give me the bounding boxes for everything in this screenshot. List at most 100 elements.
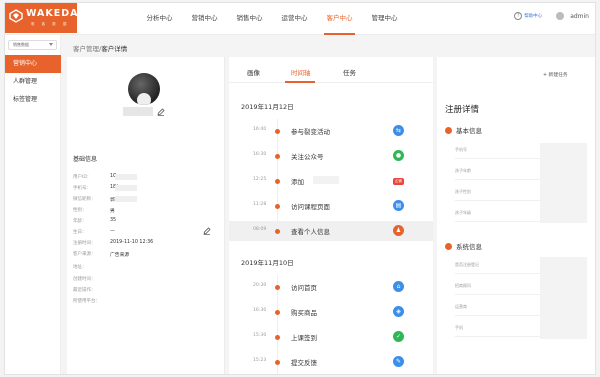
nav-item-analysis[interactable]: 分析中心 <box>137 3 182 35</box>
info-value: 35 <box>110 218 117 223</box>
info-row-last-action: 最近操作： <box>73 287 213 293</box>
customer-name-redacted <box>123 107 153 116</box>
redacted-block <box>313 176 339 184</box>
breadcrumb-current: 客户详情 <box>101 45 128 53</box>
event-title: 查看个人信息 <box>291 228 330 236</box>
info-label: 地址： <box>73 265 87 270</box>
info-section-icon <box>445 127 452 134</box>
chevron-down-icon <box>49 43 53 46</box>
cart-icon: ◈ <box>393 306 404 317</box>
nav-item-management[interactable]: 管理中心 <box>362 3 407 35</box>
event-time: 20:30 <box>253 283 267 288</box>
event-title: 访问课程页面 <box>291 203 330 211</box>
event-time: 15:30 <box>253 333 267 338</box>
detail-tabs: 画像 时间轴 任务 <box>229 57 433 83</box>
edit-icon[interactable] <box>203 227 211 235</box>
info-label: 年龄： <box>73 219 87 224</box>
redacted-block <box>115 196 137 202</box>
info-row-age: 年龄： 35 <box>73 218 213 224</box>
tab-portrait[interactable]: 画像 <box>247 67 260 77</box>
help-icon[interactable]: ? <box>514 12 523 20</box>
top-navbar: WAKEDATA 唯 客 数 据 分析中心 营销中心 销售中心 运营中心 客户中… <box>5 3 595 35</box>
info-row-created: 创建时间： <box>73 276 213 282</box>
info-label: 注册时间： <box>73 241 96 246</box>
basic-info-title: 基础信息 <box>73 156 98 163</box>
redacted-block <box>115 174 137 180</box>
breadcrumb: 客户管理/客户详情 <box>73 43 127 53</box>
info-label: 用户ID： <box>73 175 92 180</box>
info-value: — <box>110 229 115 234</box>
breadcrumb-parent[interactable]: 客户管理/ <box>73 45 101 53</box>
share-icon: ⇆ <box>393 125 404 136</box>
user-name[interactable]: admin <box>570 13 589 20</box>
sidebar-item-audience[interactable]: 人群管理 <box>5 73 61 91</box>
info-label: 手机号： <box>73 186 91 191</box>
main-content: 客户管理/客户详情 基础信息 用户ID： 1C 手机号： 18( 微信昵称：郭 性别… <box>61 35 595 374</box>
event-time: 16:30 <box>253 308 267 313</box>
info-row-user-id: 用户ID： 1C <box>73 174 213 180</box>
tab-timeline[interactable]: 时间轴 <box>291 67 311 77</box>
registration-title: 注册详情 <box>445 105 480 115</box>
sidebar-item-marketing[interactable]: 营销中心 <box>5 55 61 73</box>
event-time: 15:23 <box>253 358 267 363</box>
info-row-register-time: 注册时间： 2019-11-10 12:36 <box>73 240 213 246</box>
section-title: 系统信息 <box>456 243 482 251</box>
info-label: 微信昵称： <box>73 197 96 202</box>
event-title: 关注公众号 <box>291 153 324 161</box>
info-value: 广告来源 <box>110 253 130 258</box>
event-time: 16:40 <box>253 127 267 132</box>
registration-panel: + 新建任务 注册详情 基本信息 手机号 孩子年龄 孩子性别 孩子年级 系统信息… <box>437 57 595 374</box>
nav-item-customer[interactable]: 客户中心 <box>317 3 362 35</box>
reg-field: 手机 <box>455 325 541 337</box>
timeline-dot <box>275 154 280 159</box>
brand-logo[interactable]: WAKEDATA 唯 客 数 据 <box>5 3 92 33</box>
info-label: 客户来源： <box>73 252 96 257</box>
user-avatar-icon[interactable] <box>556 12 565 20</box>
checkin-icon: ✓ <box>393 331 404 342</box>
reg-field: 招商顾问 <box>455 283 541 295</box>
timeline-event[interactable]: 16:40 参与裂变活动 ⇆ <box>229 121 433 141</box>
home-icon: ⌂ <box>393 281 404 292</box>
timeline-event[interactable]: 12:25 添加 企微 <box>229 171 433 191</box>
timeline-dot <box>275 310 280 315</box>
reg-field: 孩子年龄 <box>455 168 541 180</box>
redacted-block <box>115 185 137 191</box>
new-task-button[interactable]: + 新建任务 <box>543 71 568 78</box>
tab-tasks[interactable]: 任务 <box>343 67 356 77</box>
timeline-date: 2019年11月10日 <box>241 259 294 267</box>
event-title: 提交反馈 <box>291 359 317 367</box>
timeline-dot <box>275 360 280 365</box>
timeline-event[interactable]: 16:30 购买商品 ◈ <box>229 302 433 322</box>
reg-field: 孩子年级 <box>455 210 541 222</box>
edit-icon[interactable] <box>157 108 165 116</box>
timeline-dot <box>275 179 280 184</box>
sidebar: 销售数据 营销中心 人群管理 标签管理 <box>5 35 61 374</box>
brand-name: WAKEDATA <box>26 8 93 19</box>
redacted-block <box>540 143 587 223</box>
info-row-gender: 性别： 男 <box>73 207 213 214</box>
timeline-event[interactable]: 15:30 上课签到 ✓ <box>229 327 433 347</box>
timeline-dot <box>275 204 280 209</box>
wechat-icon: ● <box>393 150 404 161</box>
info-section-icon <box>445 243 452 250</box>
sidebar-item-tags[interactable]: 标签管理 <box>5 91 61 109</box>
timeline-event[interactable]: 20:30 访问首页 ⌂ <box>229 277 433 297</box>
info-row-source: 客户来源： 广告来源 <box>73 251 213 258</box>
timeline-dot <box>275 129 280 134</box>
timeline-event[interactable]: 08:09 查看个人信息 ♟ <box>229 221 433 241</box>
data-switcher-select[interactable]: 销售数据 <box>8 40 57 50</box>
timeline-event[interactable]: 15:23 提交反馈 ✎ <box>229 352 433 372</box>
info-label: 创建时间： <box>73 277 96 282</box>
timeline-event[interactable]: 16:30 关注公众号 ● <box>229 146 433 166</box>
brand-subtitle: 唯 客 数 据 <box>31 22 70 26</box>
nav-item-operations[interactable]: 运营中心 <box>272 3 317 35</box>
event-time: 16:30 <box>253 152 267 157</box>
help-center-link[interactable]: 帮助中心 <box>524 13 542 19</box>
nav-item-marketing[interactable]: 营销中心 <box>182 3 227 35</box>
timeline-event[interactable]: 11:28 访问课程页面 ▤ <box>229 196 433 216</box>
reg-field: 手机号 <box>455 147 541 159</box>
info-row-wechat: 微信昵称：郭 <box>73 196 213 203</box>
nav-item-sales[interactable]: 销售中心 <box>227 3 272 35</box>
data-switcher-value: 销售数据 <box>13 42 29 47</box>
section-title: 基本信息 <box>456 127 482 135</box>
